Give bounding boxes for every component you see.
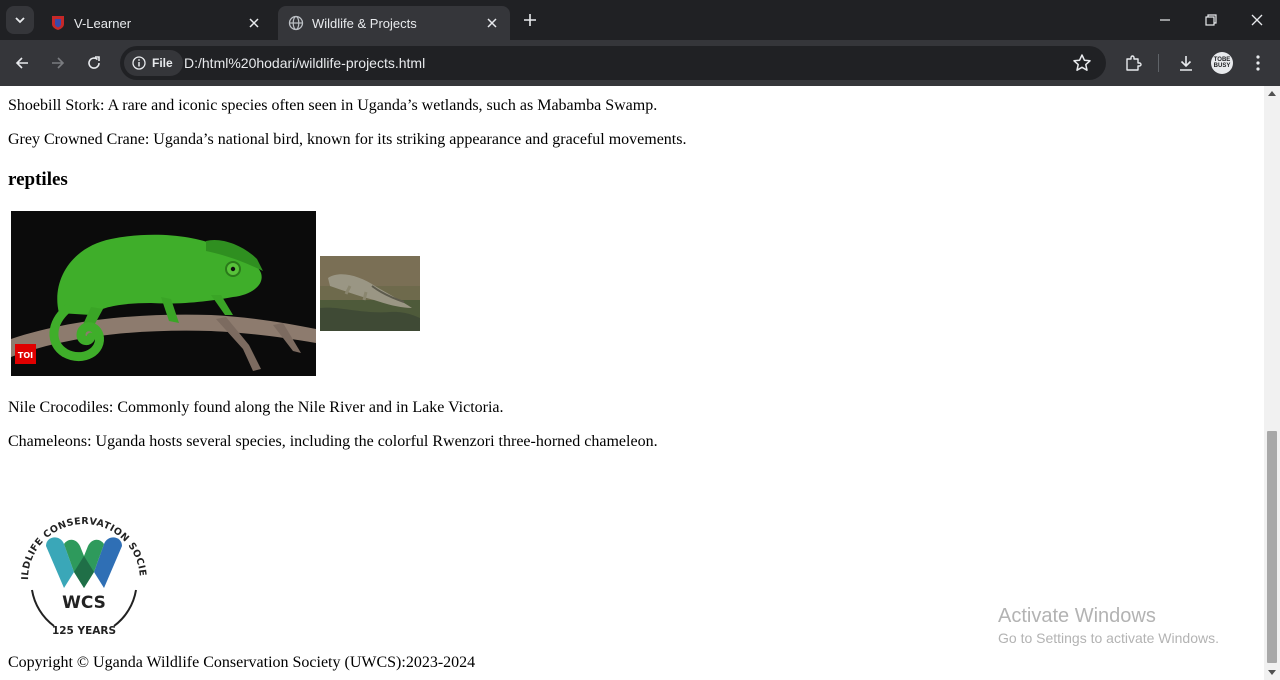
scroll-down-arrow-icon[interactable]	[1268, 670, 1276, 676]
bird-fact-crowned-crane: Grey Crowned Crane: Uganda’s national bi…	[8, 131, 687, 148]
tab-strip: V-Learner Wildlife & Projects	[0, 0, 1280, 40]
close-tab-icon[interactable]	[246, 15, 262, 31]
crocodile-image	[320, 256, 420, 331]
tab-title: V-Learner	[74, 15, 132, 31]
chip-label: File	[152, 56, 173, 70]
back-button[interactable]	[8, 49, 36, 77]
reptile-fact-nile-crocodile: Nile Crocodiles: Commonly found along th…	[8, 399, 504, 416]
tab-title: Wildlife & Projects	[312, 15, 417, 31]
site-info-chip[interactable]: File	[124, 50, 183, 76]
forward-button[interactable]	[44, 49, 72, 77]
chevron-down-icon	[15, 17, 25, 24]
minimize-button[interactable]	[1142, 0, 1188, 40]
tab-wildlife-projects[interactable]: Wildlife & Projects	[278, 6, 510, 40]
windows-activation-title: Activate Windows	[998, 605, 1156, 627]
close-tab-icon[interactable]	[484, 15, 500, 31]
chameleon-image: TOI	[11, 211, 316, 376]
info-icon	[132, 56, 146, 70]
browser-menu-button[interactable]	[1246, 51, 1270, 75]
windows-activation-subtitle: Go to Settings to activate Windows.	[998, 630, 1219, 646]
reload-button[interactable]	[80, 49, 108, 77]
new-tab-button[interactable]	[518, 8, 542, 32]
more-vertical-icon	[1256, 55, 1260, 71]
downloads-button[interactable]	[1174, 51, 1198, 75]
restore-icon	[1205, 14, 1217, 26]
shield-favicon-icon	[52, 16, 64, 30]
tab-v-learner[interactable]: V-Learner	[40, 6, 272, 40]
scrollbar-thumb[interactable]	[1267, 431, 1277, 663]
reptile-fact-chameleon: Chameleons: Uganda hosts several species…	[8, 433, 658, 450]
scroll-up-arrow-icon[interactable]	[1268, 90, 1276, 96]
wcs-logo: WILDLIFE CONSERVATION SOCIETY WCS 125 YE…	[9, 500, 154, 648]
logo-initials: WCS	[62, 593, 106, 613]
puzzle-icon	[1126, 55, 1142, 71]
bird-fact-shoebill: Shoebill Stork: A rare and iconic specie…	[8, 97, 658, 114]
arrow-right-icon	[52, 57, 65, 69]
vertical-scrollbar[interactable]	[1264, 86, 1280, 680]
reload-icon	[88, 56, 100, 69]
restore-button[interactable]	[1188, 0, 1234, 40]
profile-button[interactable]: TOBE BUSY	[1210, 51, 1234, 75]
minimize-icon	[1160, 19, 1170, 21]
copyright-text: Copyright © Uganda Wildlife Conservation…	[8, 654, 476, 671]
tab-search-button[interactable]	[6, 6, 34, 34]
bookmark-star-icon[interactable]	[1072, 53, 1092, 73]
reptiles-heading: reptiles	[8, 169, 68, 190]
close-icon	[1251, 14, 1263, 26]
logo-years: 125 YEARS	[52, 625, 116, 637]
download-icon	[1180, 56, 1192, 71]
globe-icon	[288, 15, 304, 31]
address-bar[interactable]: File D:/html%20hodari/wildlife-projects.…	[120, 46, 1106, 80]
close-window-button[interactable]	[1234, 0, 1280, 40]
avatar: TOBE BUSY	[1211, 52, 1233, 74]
browser-toolbar: File D:/html%20hodari/wildlife-projects.…	[0, 40, 1280, 86]
arrow-left-icon	[15, 57, 28, 69]
extensions-button[interactable]	[1121, 51, 1145, 75]
toolbar-divider	[1158, 54, 1159, 72]
toi-badge-text: TOI	[18, 351, 33, 360]
url-text[interactable]: D:/html%20hodari/wildlife-projects.html	[184, 46, 425, 80]
plus-icon	[524, 14, 536, 26]
page-content: Shoebill Stork: A rare and iconic specie…	[0, 86, 1264, 680]
